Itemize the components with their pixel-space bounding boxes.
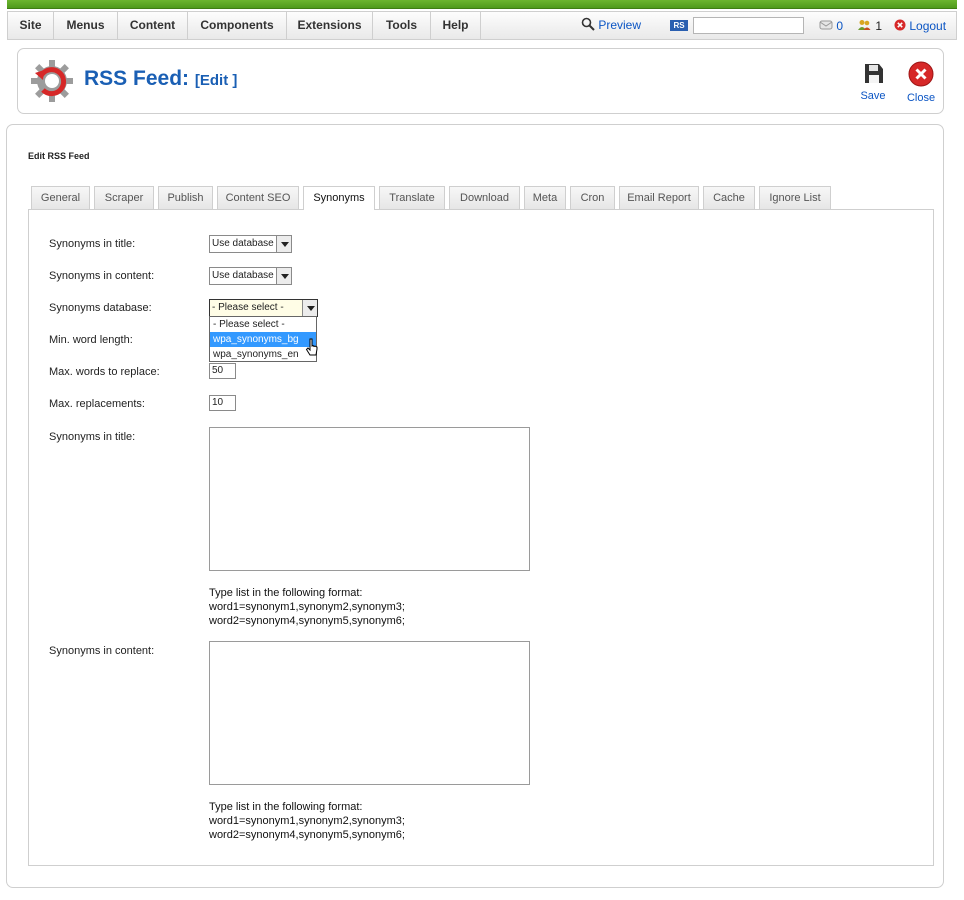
syn-content-textarea[interactable]: [209, 641, 530, 785]
tab-publish[interactable]: Publish: [158, 186, 213, 209]
messages-count: 0: [836, 19, 844, 33]
tab-content-seo[interactable]: Content SEO: [217, 186, 299, 209]
syn-content-hint: Type list in the following format: word1…: [209, 800, 405, 842]
max-words-input[interactable]: 50: [209, 363, 236, 379]
chevron-down-icon: [302, 300, 317, 316]
logout-label: Logout: [909, 19, 947, 33]
tab-ignore-list[interactable]: Ignore List: [759, 186, 831, 209]
syn-db-label: Synonyms database:: [49, 302, 152, 314]
chevron-down-icon: [276, 268, 291, 284]
syn-content-label: Synonyms in content:: [49, 270, 155, 282]
preview-label: Preview: [598, 18, 642, 32]
tab-cron[interactable]: Cron: [570, 186, 615, 209]
syn-db-option-highlighted[interactable]: wpa_synonyms_bg: [210, 332, 316, 347]
tab-general[interactable]: General: [31, 186, 90, 209]
messages-status[interactable]: 0: [819, 18, 843, 34]
syn-db-option[interactable]: - Please select -: [210, 317, 316, 332]
tab-scraper[interactable]: Scraper: [94, 186, 154, 209]
syn-db-dropdown-list: - Please select - wpa_synonyms_bg wpa_sy…: [209, 316, 317, 362]
menu-extensions[interactable]: Extensions: [287, 12, 373, 39]
min-word-label: Min. word length:: [49, 334, 133, 346]
hint-line: word2=synonym4,synonym5,synonym6;: [209, 829, 405, 841]
syn-title-hint: Type list in the following format: word1…: [209, 586, 405, 628]
tab-cache[interactable]: Cache: [703, 186, 755, 209]
page-title-text: RSS Feed:: [84, 67, 190, 90]
close-label: Close: [906, 92, 936, 104]
syn-content-list-label: Synonyms in content:: [49, 645, 155, 657]
messages-icon: [819, 20, 833, 30]
menu-site[interactable]: Site: [8, 12, 54, 39]
tab-meta[interactable]: Meta: [524, 186, 566, 209]
syn-title-label: Synonyms in title:: [49, 238, 136, 250]
menu-help[interactable]: Help: [431, 12, 481, 39]
menu-components[interactable]: Components: [188, 12, 287, 39]
hint-line: word2=synonym4,synonym5,synonym6;: [209, 615, 405, 627]
page-title: RSS Feed: [Edit ]: [84, 67, 237, 91]
menu-tools[interactable]: Tools: [373, 12, 431, 39]
top-menu-bar: Site Menus Content Components Extensions…: [7, 11, 957, 40]
users-icon: [858, 20, 871, 30]
logout-link[interactable]: Logout: [894, 18, 946, 34]
save-icon: [865, 64, 883, 83]
syn-title-textarea[interactable]: [209, 427, 530, 571]
syn-db-option[interactable]: wpa_synonyms_en: [210, 347, 316, 362]
chevron-down-icon: [276, 236, 291, 252]
tab-download[interactable]: Download: [449, 186, 520, 209]
hint-line: Type list in the following format:: [209, 801, 363, 813]
max-repl-input[interactable]: 10: [209, 395, 236, 411]
close-icon: [908, 61, 934, 87]
save-button[interactable]: Save: [851, 61, 895, 102]
syn-title-select[interactable]: Use database: [209, 235, 292, 253]
close-button[interactable]: Close: [899, 61, 943, 104]
mouse-cursor-icon: [305, 338, 318, 356]
syn-title-value: Use database: [212, 238, 274, 249]
users-status[interactable]: 1: [857, 18, 882, 34]
max-words-label: Max. words to replace:: [49, 366, 160, 378]
syn-content-value: Use database: [212, 270, 274, 281]
top-accent-bar: [7, 0, 957, 9]
form-title: Edit RSS Feed: [28, 151, 90, 161]
logout-icon: [894, 19, 906, 31]
syn-db-value: - Please select -: [212, 302, 284, 313]
page-subtitle: [Edit ]: [194, 72, 238, 89]
syn-title-list-label: Synonyms in title:: [49, 431, 136, 443]
max-repl-label: Max. replacements:: [49, 398, 145, 410]
menu-content[interactable]: Content: [118, 12, 188, 39]
tab-translate[interactable]: Translate: [379, 186, 445, 209]
preview-link[interactable]: Preview: [581, 17, 641, 33]
menu-menus[interactable]: Menus: [54, 12, 118, 39]
rs-search-input[interactable]: [693, 17, 804, 34]
rs-icon: RS: [670, 20, 688, 31]
gear-refresh-icon: [31, 60, 73, 102]
hint-line: word1=synonym1,synonym2,synonym3;: [209, 815, 405, 827]
magnifier-icon: [581, 17, 595, 31]
syn-content-select[interactable]: Use database: [209, 267, 292, 285]
hint-line: word1=synonym1,synonym2,synonym3;: [209, 601, 405, 613]
users-count: 1: [875, 19, 883, 33]
syn-db-select[interactable]: - Please select -: [209, 299, 318, 317]
tab-synonyms[interactable]: Synonyms: [303, 186, 375, 210]
page-header: RSS Feed: [Edit ] Save Close: [17, 48, 944, 114]
hint-line: Type list in the following format:: [209, 587, 363, 599]
tab-email-report[interactable]: Email Report: [619, 186, 699, 209]
save-label: Save: [860, 90, 886, 102]
